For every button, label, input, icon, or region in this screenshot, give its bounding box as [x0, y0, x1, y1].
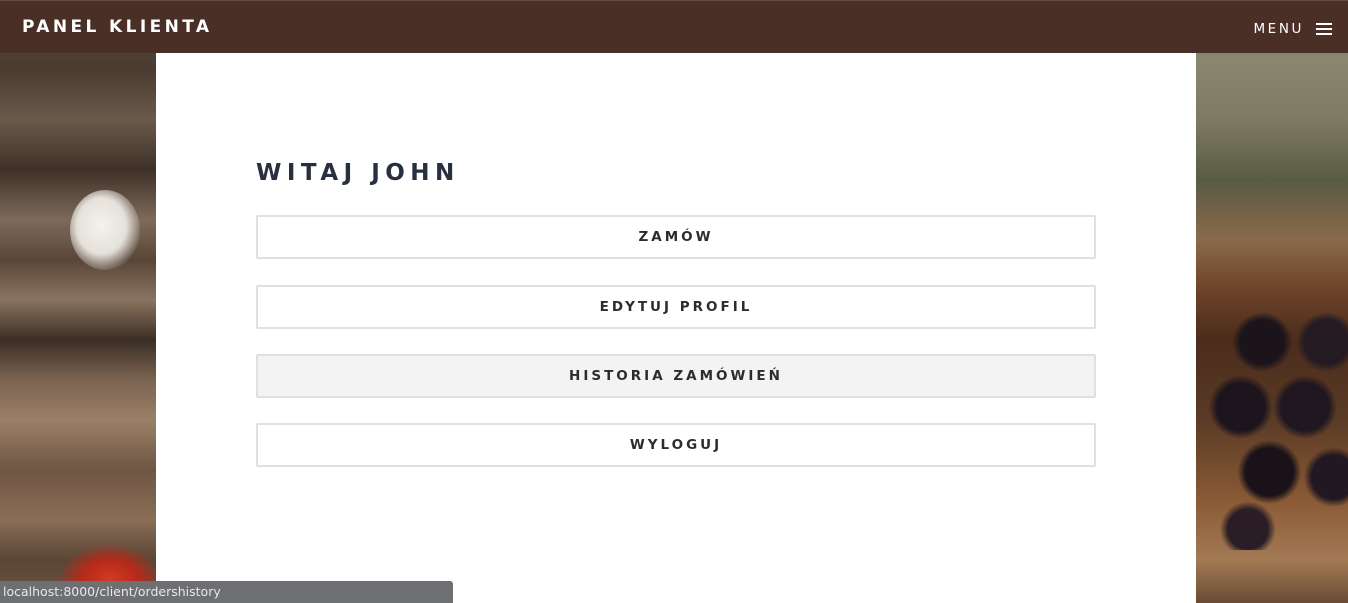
background-left-image: [0, 0, 160, 603]
menu-label: MENU: [1253, 21, 1304, 37]
background-olives-blur: [1205, 290, 1348, 550]
browser-status-url: localhost:8000/client/ordershistory: [0, 581, 453, 603]
menu-toggle-button[interactable]: MENU: [1253, 19, 1332, 39]
order-history-button[interactable]: HISTORIA ZAMÓWIEŃ: [256, 354, 1096, 398]
top-navbar: PANEL KLIENTA MENU: [0, 0, 1348, 53]
background-garlic-blur: [70, 190, 140, 270]
hamburger-icon: [1316, 22, 1332, 36]
edit-profile-button[interactable]: EDYTUJ PROFIL: [256, 285, 1096, 329]
order-button[interactable]: ZAMÓW: [256, 215, 1096, 259]
brand-link[interactable]: PANEL KLIENTA: [22, 17, 212, 37]
client-panel: WITAJ JOHN ZAMÓW EDYTUJ PROFIL HISTORIA …: [156, 53, 1196, 603]
logout-button[interactable]: WYLOGUJ: [256, 423, 1096, 467]
page-title: WITAJ JOHN: [256, 160, 460, 186]
